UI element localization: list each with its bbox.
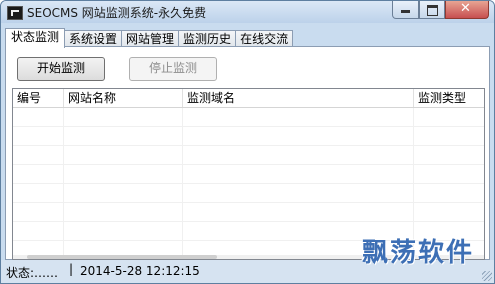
column-header-site-name[interactable]: 网站名称 xyxy=(64,89,183,107)
close-icon: ✕ xyxy=(460,1,471,16)
watermark-logo: 飘荡软件 xyxy=(361,238,474,268)
grid-line xyxy=(13,221,484,222)
grid-line xyxy=(13,164,484,165)
column-header-domain[interactable]: 监测域名 xyxy=(183,89,414,107)
scrollbar-thumb[interactable] xyxy=(27,255,217,259)
tab-status-monitor[interactable]: 状态监测 xyxy=(5,28,66,48)
window-title: SEOCMS 网站监测系统-永久免费 xyxy=(27,6,207,20)
caption-buttons: ✕ xyxy=(392,1,489,20)
close-button[interactable]: ✕ xyxy=(445,1,489,19)
start-monitor-button[interactable]: 开始监测 xyxy=(17,57,105,81)
column-header-id[interactable]: 编号 xyxy=(13,89,64,107)
status-separator: | xyxy=(69,262,74,276)
grid-line xyxy=(13,126,484,127)
stop-monitor-button[interactable]: 停止监测 xyxy=(129,57,217,81)
grid-line xyxy=(13,202,484,203)
minimize-icon xyxy=(401,10,410,13)
grid-line xyxy=(13,145,484,146)
resize-grip-icon[interactable] xyxy=(482,271,492,281)
minimize-button[interactable] xyxy=(392,1,419,19)
status-time: 2014-5-28 12:12:15 xyxy=(80,264,200,278)
column-header-type[interactable]: 监测类型 xyxy=(414,89,484,107)
status-text: 状态:…… xyxy=(6,266,59,280)
tab-bar: 状态监测 系统设置 网站管理 监测历史 在线交流 xyxy=(5,28,294,48)
maximize-button[interactable] xyxy=(419,1,445,19)
maximize-icon xyxy=(427,5,438,16)
status-monitor-panel: 开始监测 停止监测 编号 网站名称 监测域名 监测类型 xyxy=(5,46,490,260)
app-window: SEOCMS 网站监测系统-永久免费 ✕ 状态监测 系统设置 网站管理 监测历史… xyxy=(0,0,495,284)
grid-line xyxy=(13,183,484,184)
list-header: 编号 网站名称 监测域名 监测类型 xyxy=(13,89,484,108)
app-icon xyxy=(7,6,23,20)
title-bar[interactable]: SEOCMS 网站监测系统-永久免费 ✕ xyxy=(1,1,494,23)
